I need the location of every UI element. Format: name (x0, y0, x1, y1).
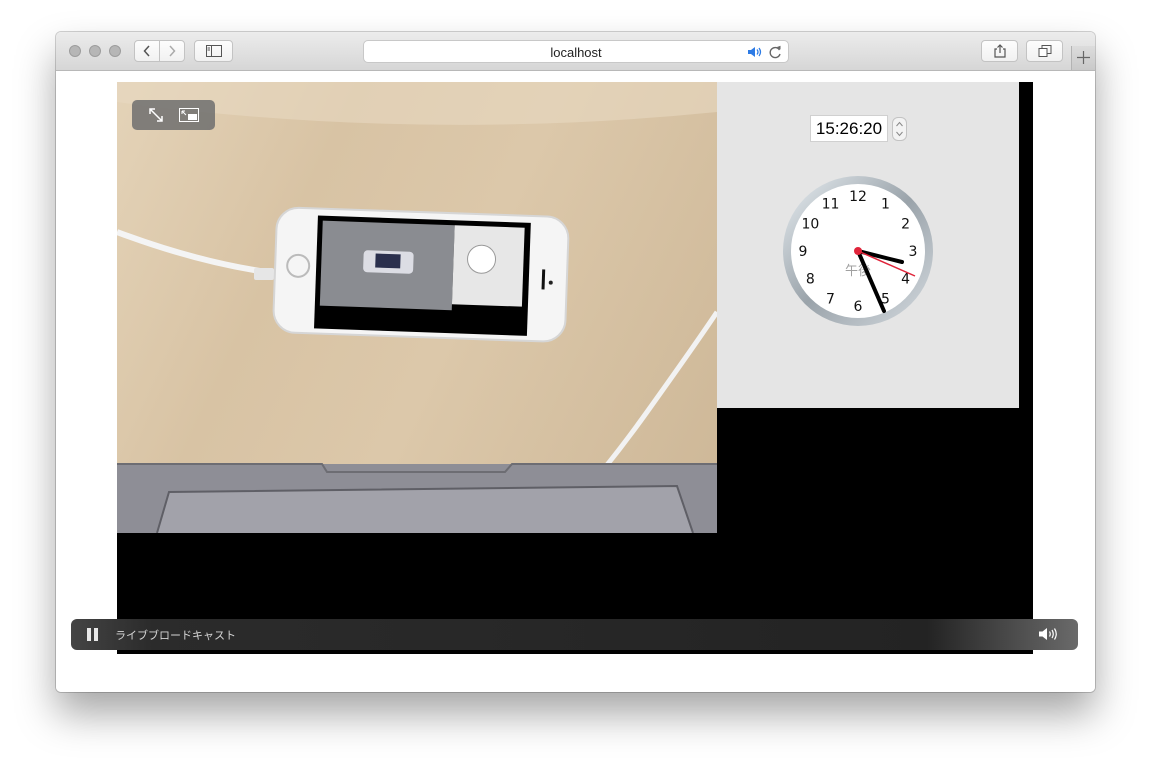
video-top-controls (132, 100, 215, 130)
clock-numeral-8: 8 (806, 272, 815, 288)
share-icon (993, 44, 1006, 58)
share-button[interactable] (981, 40, 1018, 62)
sidebar-icon (205, 45, 222, 57)
video-control-bar: ライブブロードキャスト (71, 619, 1078, 650)
tabs-overview-icon (1038, 45, 1051, 57)
camera-frame (117, 82, 717, 533)
clock-numeral-6: 6 (854, 299, 863, 315)
clock-numeral-1: 1 (881, 196, 890, 212)
url-text: localhost (550, 45, 602, 60)
back-button[interactable] (134, 40, 160, 62)
sidebar-button[interactable] (194, 40, 233, 62)
plus-icon (1077, 51, 1090, 64)
clock-numeral-12: 12 (849, 189, 867, 205)
reload-icon[interactable] (769, 45, 782, 59)
clock-numeral-2: 2 (901, 217, 910, 233)
clock-numeral-3: 3 (909, 244, 918, 260)
camera-scene-image (117, 82, 717, 533)
browser-window: localhost 15:26:20 12 1 2 3 4 5 6 7 8 9 … (56, 32, 1095, 692)
forward-button[interactable] (159, 40, 185, 62)
pause-button[interactable] (87, 628, 99, 641)
chevron-right-icon (169, 45, 176, 57)
title-bar: localhost (56, 32, 1095, 71)
live-broadcast-label: ライブブロードキャスト (115, 630, 236, 642)
stepper-arrows-icon (896, 121, 903, 137)
time-stepper[interactable] (892, 117, 907, 141)
close-window-button[interactable] (69, 45, 81, 57)
clock-numeral-10: 10 (801, 217, 819, 233)
fullscreen-icon[interactable] (148, 107, 164, 123)
chevron-left-icon (143, 45, 150, 57)
clock-panel: 15:26:20 12 1 2 3 4 5 6 7 8 9 10 11 午後 (717, 82, 1019, 408)
pause-icon-bar (94, 628, 98, 641)
new-tab-button[interactable] (1071, 46, 1095, 70)
minimize-window-button[interactable] (89, 45, 101, 57)
video-player[interactable]: 15:26:20 12 1 2 3 4 5 6 7 8 9 10 11 午後 (117, 82, 1033, 654)
pause-icon (87, 628, 91, 641)
page-content: 15:26:20 12 1 2 3 4 5 6 7 8 9 10 11 午後 ラ… (56, 71, 1095, 692)
zoom-window-button[interactable] (109, 45, 121, 57)
address-bar[interactable]: localhost (363, 40, 789, 63)
clock-numeral-9: 9 (799, 244, 808, 260)
clock-numeral-7: 7 (826, 292, 835, 308)
time-display: 15:26:20 (810, 115, 888, 142)
show-tabs-button[interactable] (1026, 40, 1063, 62)
speaker-icon[interactable] (747, 46, 763, 58)
picture-in-picture-icon[interactable] (179, 108, 199, 122)
analog-clock: 12 1234567891011 午後 (783, 176, 933, 326)
volume-icon[interactable] (1038, 627, 1060, 641)
clock-numeral-11: 11 (822, 196, 840, 212)
